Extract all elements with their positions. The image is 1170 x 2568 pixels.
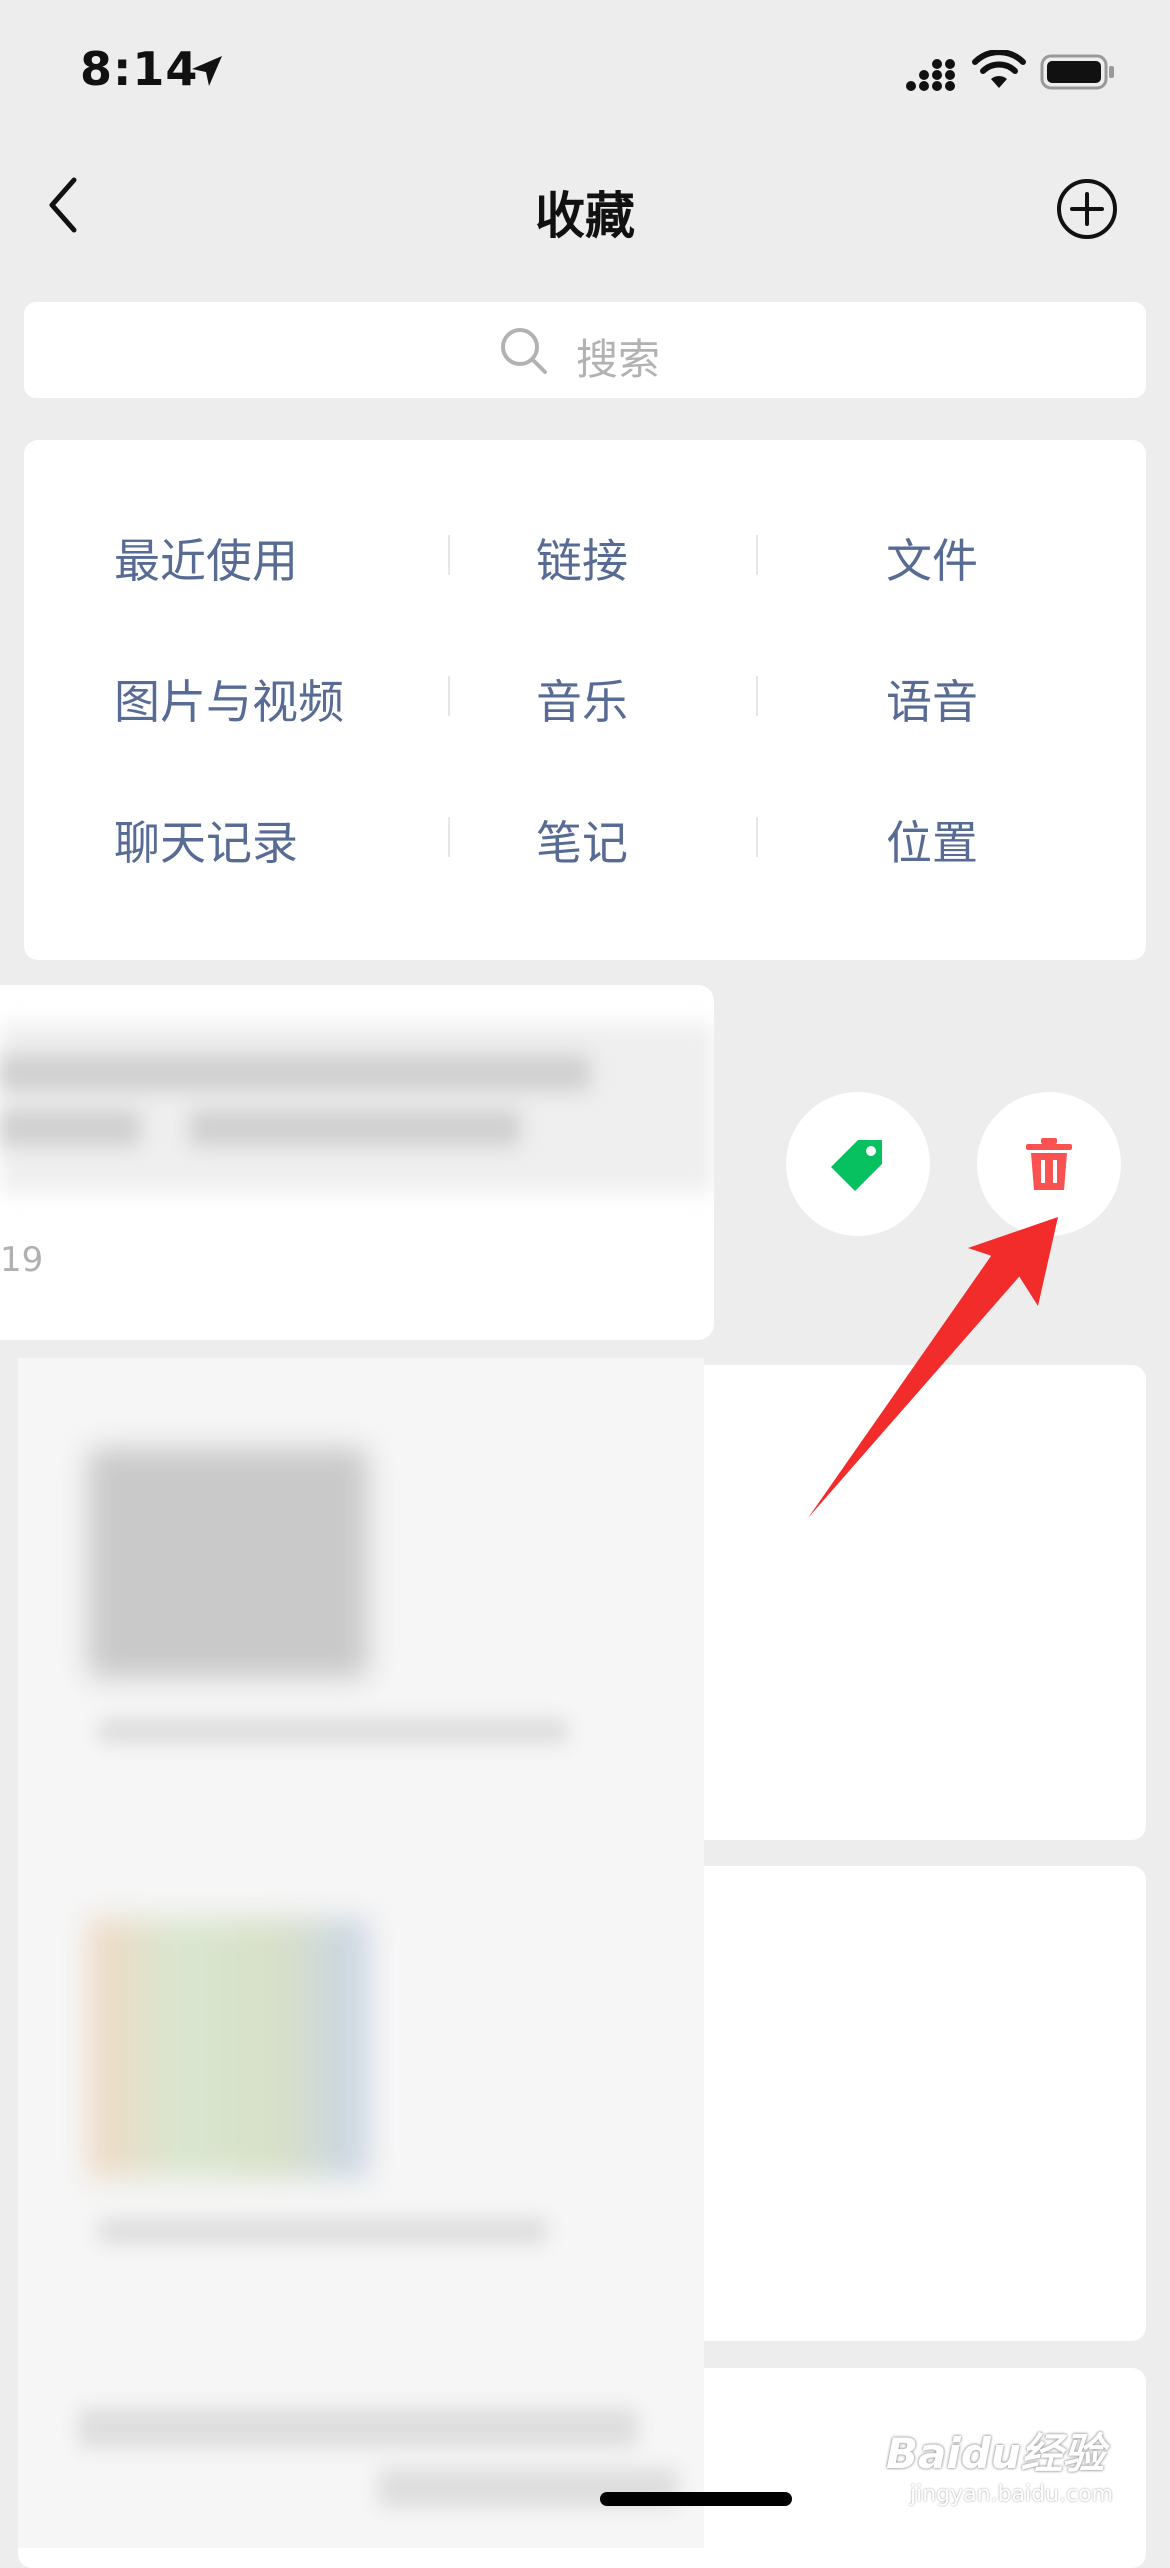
add-circle-icon[interactable] bbox=[1055, 177, 1119, 241]
blurred-text bbox=[0, 1055, 590, 1091]
status-time: 8:14 bbox=[80, 42, 199, 96]
tag-button[interactable] bbox=[786, 1092, 930, 1236]
divider bbox=[756, 535, 758, 575]
blurred-preview-overlay bbox=[18, 1358, 704, 2548]
category-chat-history[interactable]: 聊天记录 bbox=[114, 807, 298, 873]
blurred-thumbnail bbox=[88, 1918, 368, 2178]
item-date: 19 bbox=[0, 1240, 44, 1280]
category-panel: 最近使用 链接 文件 图片与视频 音乐 语音 聊天记录 笔记 位置 bbox=[24, 440, 1146, 960]
divider bbox=[448, 817, 450, 857]
delete-button[interactable] bbox=[977, 1092, 1121, 1236]
blurred-text bbox=[0, 1110, 140, 1146]
divider bbox=[448, 535, 450, 575]
category-notes[interactable]: 笔记 bbox=[536, 807, 628, 873]
category-music[interactable]: 音乐 bbox=[536, 666, 628, 732]
home-indicator bbox=[600, 2492, 792, 2506]
baidu-watermark-logo: Baidu经验 bbox=[886, 2429, 1105, 2478]
swiped-favorite-item[interactable] bbox=[0, 985, 714, 1340]
category-voice[interactable]: 语音 bbox=[886, 666, 978, 732]
search-placeholder: 搜索 bbox=[576, 335, 661, 384]
battery-icon bbox=[1040, 54, 1114, 90]
blurred-text bbox=[98, 2218, 548, 2244]
search-icon bbox=[501, 328, 547, 374]
category-location[interactable]: 位置 bbox=[886, 807, 978, 873]
cellular-signal-icon bbox=[906, 59, 955, 91]
wifi-icon bbox=[972, 50, 1026, 88]
blurred-text bbox=[98, 1718, 568, 1744]
divider bbox=[756, 817, 758, 857]
category-links[interactable]: 链接 bbox=[536, 525, 628, 591]
divider bbox=[448, 676, 450, 716]
location-arrow-icon bbox=[192, 56, 222, 86]
watermark-url: jingyan.baidu.com bbox=[910, 2482, 1114, 2507]
category-images-videos[interactable]: 图片与视频 bbox=[114, 666, 344, 732]
blurred-content bbox=[0, 1023, 714, 1193]
divider bbox=[756, 676, 758, 716]
blurred-thumbnail bbox=[88, 1448, 368, 1678]
category-recent[interactable]: 最近使用 bbox=[114, 525, 298, 591]
category-files[interactable]: 文件 bbox=[886, 525, 978, 591]
page-title: 收藏 bbox=[535, 187, 635, 245]
trash-icon bbox=[1026, 1138, 1072, 1190]
tag-icon bbox=[831, 1140, 882, 1191]
blurred-text bbox=[78, 2408, 638, 2448]
blurred-text bbox=[190, 1110, 520, 1146]
